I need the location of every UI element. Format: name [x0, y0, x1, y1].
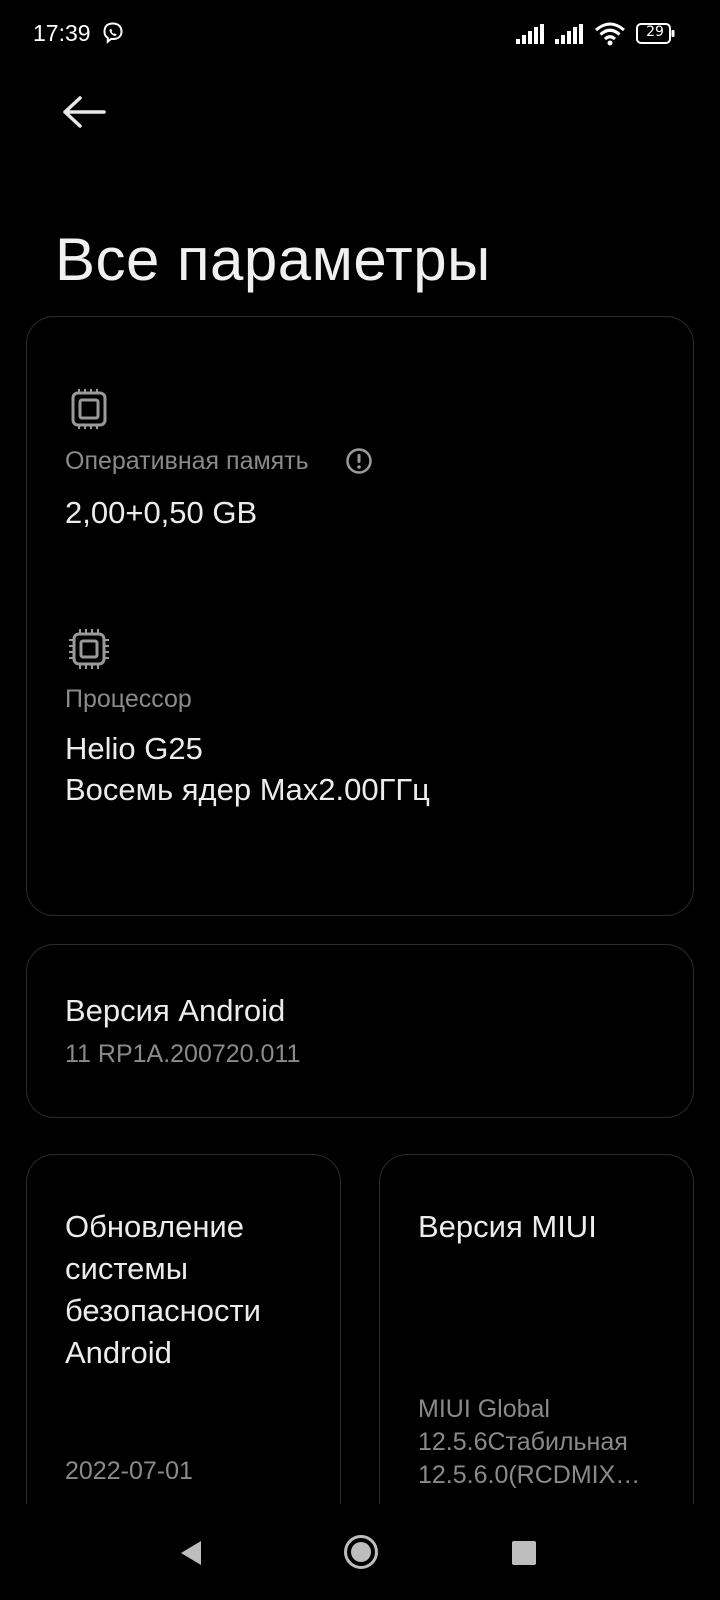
android-version-card[interactable]: Версия Android 11 RP1A.200720.011: [26, 944, 694, 1118]
security-update-title-line3: безопасности: [65, 1293, 261, 1328]
status-time: 17:39: [33, 20, 91, 46]
security-update-card[interactable]: Обновление системы безопасности Android …: [26, 1154, 341, 1514]
security-update-date: 2022-07-01: [65, 1457, 193, 1485]
wifi-icon: [595, 22, 625, 46]
android-version-title: Версия Android: [65, 993, 286, 1028]
signal-icon: [555, 24, 583, 44]
cpu-label: Процессор: [65, 685, 192, 713]
viber-icon: [103, 22, 123, 44]
miui-version-line2: 12.5.6Стабильная: [418, 1428, 628, 1456]
miui-version-line3: 12.5.6.0(RCDMIX…: [418, 1461, 641, 1489]
miui-version-title: Версия MIUI: [418, 1209, 597, 1244]
ram-value: 2,00+0,50 GB: [65, 495, 258, 530]
signal-icon: [516, 24, 544, 44]
hardware-specs-card: Оперативная память 2,00+0,50 GB Процессо…: [26, 316, 694, 916]
back-button[interactable]: [58, 90, 110, 134]
miui-version-card[interactable]: Версия MIUI MIUI Global 12.5.6Стабильная…: [379, 1154, 694, 1514]
security-update-title-line2: системы: [65, 1251, 189, 1286]
status-bar: 17:39 29: [0, 0, 720, 70]
arrow-left-icon: [63, 96, 106, 128]
back-triangle-icon[interactable]: [178, 1539, 204, 1567]
miui-version-line1: MIUI Global: [418, 1395, 550, 1423]
home-circle-icon[interactable]: [343, 1534, 379, 1570]
cpu-cores: Восемь ядер Max2.00ГГц: [65, 772, 430, 807]
ram-label: Оперативная память: [65, 447, 309, 475]
cpu-model: Helio G25: [65, 731, 203, 766]
battery-level: 29: [646, 24, 664, 40]
cpu-chip-icon: [69, 629, 109, 669]
info-icon[interactable]: [345, 447, 373, 475]
ram-chip-icon: [71, 389, 107, 429]
android-version-value: 11 RP1A.200720.011: [65, 1040, 301, 1068]
security-update-title-line4: Android: [65, 1335, 172, 1370]
security-update-title-line1: Обновление: [65, 1209, 244, 1244]
page-title: Все параметры: [55, 226, 491, 294]
recents-square-icon[interactable]: [512, 1541, 536, 1565]
